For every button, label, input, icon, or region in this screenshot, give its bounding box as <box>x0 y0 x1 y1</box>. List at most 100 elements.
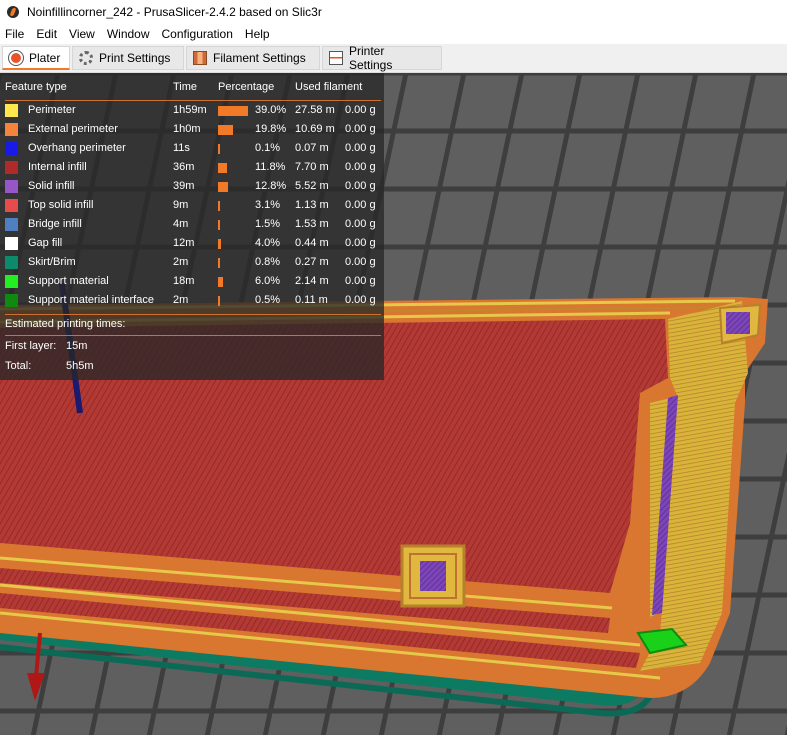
legend-feature-percentage: 19.8% <box>255 123 287 135</box>
legend-feature-weight: 0.00 g <box>345 275 376 287</box>
menu-file[interactable]: File <box>0 27 31 41</box>
percentage-bar <box>218 163 228 173</box>
legend-feature-length: 5.52 m <box>295 180 329 192</box>
legend-color-swatch <box>5 180 18 193</box>
legend-feature-percentage: 1.5% <box>255 218 281 230</box>
estimated-times-title: Estimated printing times: <box>5 318 126 330</box>
tab-print-settings[interactable]: Print Settings <box>72 46 184 70</box>
legend-feature-length: 0.07 m <box>295 142 329 154</box>
legend-feature-length: 0.27 m <box>295 256 329 268</box>
menu-help[interactable]: Help <box>240 27 277 41</box>
legend-feature-name: Top solid infill <box>28 199 94 211</box>
tab-printer-settings[interactable]: Printer Settings <box>322 44 442 72</box>
legend-row[interactable]: Gap fill 12m 4.0% 0.44 m 0.00 g <box>0 235 384 254</box>
tab-print-settings-label: Print Settings <box>99 51 171 65</box>
legend-feature-time: 39m <box>173 180 195 192</box>
legend-feature-name: Solid infill <box>28 180 75 192</box>
percentage-bar <box>218 182 228 192</box>
legend-color-swatch <box>5 256 18 269</box>
legend-feature-length: 7.70 m <box>295 161 329 173</box>
legend-feature-weight: 0.00 g <box>345 256 376 268</box>
filament-icon <box>193 51 207 65</box>
legend-feature-percentage: 4.0% <box>255 237 281 249</box>
legend-row[interactable]: Perimeter 1h59m 39.0% 27.58 m 0.00 g <box>0 102 384 121</box>
legend-feature-percentage: 0.1% <box>255 142 281 154</box>
tab-filament-settings[interactable]: Filament Settings <box>186 46 320 70</box>
legend-row[interactable]: Support material interface 2m 0.5% 0.11 m 0.… <box>0 292 384 311</box>
legend-feature-time: 2m <box>173 256 189 268</box>
percentage-bar <box>218 258 220 268</box>
legend-row[interactable]: Internal infill 36m 11.8% 7.70 m 0.00 g <box>0 159 384 178</box>
legend-row[interactable]: Skirt/Brim 2m 0.8% 0.27 m 0.00 g <box>0 254 384 273</box>
legend-feature-percentage: 0.5% <box>255 294 281 306</box>
percentage-bar <box>218 106 249 116</box>
legend-color-swatch <box>5 104 18 117</box>
prusaslicer-logo-icon <box>7 6 19 18</box>
total-time-value: 5h5m <box>66 360 94 372</box>
legend-divider <box>5 335 381 336</box>
legend-row[interactable]: Overhang perimeter 11s 0.1% 0.07 m 0.00 g <box>0 140 384 159</box>
legend-feature-length: 27.58 m <box>295 104 335 116</box>
legend-header-feature: Feature type <box>5 81 67 93</box>
legend-feature-name: Skirt/Brim <box>28 256 76 268</box>
legend-header-time: Time <box>173 81 198 93</box>
menu-configuration[interactable]: Configuration <box>157 27 240 41</box>
legend-feature-weight: 0.00 g <box>345 180 376 192</box>
legend-feature-name: Support material <box>28 275 109 287</box>
legend-row[interactable]: Solid infill 39m 12.8% 5.52 m 0.00 g <box>0 178 384 197</box>
window-title: Noinfillincorner_242 - PrusaSlicer-2.4.2… <box>27 5 322 19</box>
legend-feature-name: Support material interface <box>28 294 154 306</box>
legend-feature-name: Perimeter <box>28 104 76 116</box>
legend-header-filament: Used filament <box>295 81 363 93</box>
menu-bar: File Edit View Window Configuration Help <box>0 24 787 44</box>
legend-row[interactable]: External perimeter 1h0m 19.8% 10.69 m 0.00 g <box>0 121 384 140</box>
legend-color-swatch <box>5 142 18 155</box>
legend-feature-percentage: 6.0% <box>255 275 281 287</box>
legend-color-swatch <box>5 218 18 231</box>
legend-feature-percentage: 11.8% <box>255 161 286 173</box>
legend-feature-weight: 0.00 g <box>345 104 376 116</box>
legend-feature-time: 1h59m <box>173 104 207 116</box>
percentage-bar <box>218 125 234 135</box>
legend-feature-weight: 0.00 g <box>345 142 376 154</box>
percentage-bar <box>218 277 223 287</box>
legend-feature-time: 11s <box>173 142 190 154</box>
percentage-bar <box>218 239 222 249</box>
legend-row[interactable]: Support material 18m 6.0% 2.14 m 0.00 g <box>0 273 384 292</box>
menu-view[interactable]: View <box>64 27 102 41</box>
printer-icon <box>329 51 343 65</box>
legend-color-swatch <box>5 123 18 136</box>
first-layer-value: 15m <box>66 340 88 352</box>
legend-feature-time: 18m <box>173 275 195 287</box>
legend-feature-name: External perimeter <box>28 123 118 135</box>
legend-feature-weight: 0.00 g <box>345 123 376 135</box>
menu-window[interactable]: Window <box>102 27 157 41</box>
legend-divider <box>5 314 381 315</box>
legend-row[interactable]: Top solid infill 9m 3.1% 1.13 m 0.00 g <box>0 197 384 216</box>
first-layer-label: First layer: <box>5 340 57 352</box>
legend-feature-length: 0.44 m <box>295 237 329 249</box>
legend-feature-time: 1h0m <box>173 123 201 135</box>
legend-feature-weight: 0.00 g <box>345 218 376 230</box>
legend-color-swatch <box>5 237 18 250</box>
menu-edit[interactable]: Edit <box>31 27 64 41</box>
legend-color-swatch <box>5 294 18 307</box>
legend-feature-name: Gap fill <box>28 237 63 249</box>
legend-feature-percentage: 12.8% <box>255 180 287 192</box>
legend-feature-name: Internal infill <box>28 161 87 173</box>
legend-header: Feature type Time Percentage Used filame… <box>0 81 384 97</box>
tab-filament-settings-label: Filament Settings <box>213 51 306 65</box>
legend-feature-name: Overhang perimeter <box>28 142 126 154</box>
legend-feature-weight: 0.00 g <box>345 237 376 249</box>
legend-feature-time: 36m <box>173 161 195 173</box>
legend-feature-time: 12m <box>173 237 195 249</box>
legend-feature-weight: 0.00 g <box>345 161 376 173</box>
legend-color-swatch <box>5 199 18 212</box>
legend-feature-length: 1.13 m <box>295 199 329 211</box>
percentage-bar <box>218 201 221 211</box>
tab-plater-label: Plater <box>29 50 61 65</box>
legend-row[interactable]: Bridge infill 4m 1.5% 1.53 m 0.00 g <box>0 216 384 235</box>
legend-feature-time: 9m <box>173 199 189 211</box>
tab-plater[interactable]: Plater <box>2 46 70 70</box>
title-bar: Noinfillincorner_242 - PrusaSlicer-2.4.2… <box>0 0 787 24</box>
